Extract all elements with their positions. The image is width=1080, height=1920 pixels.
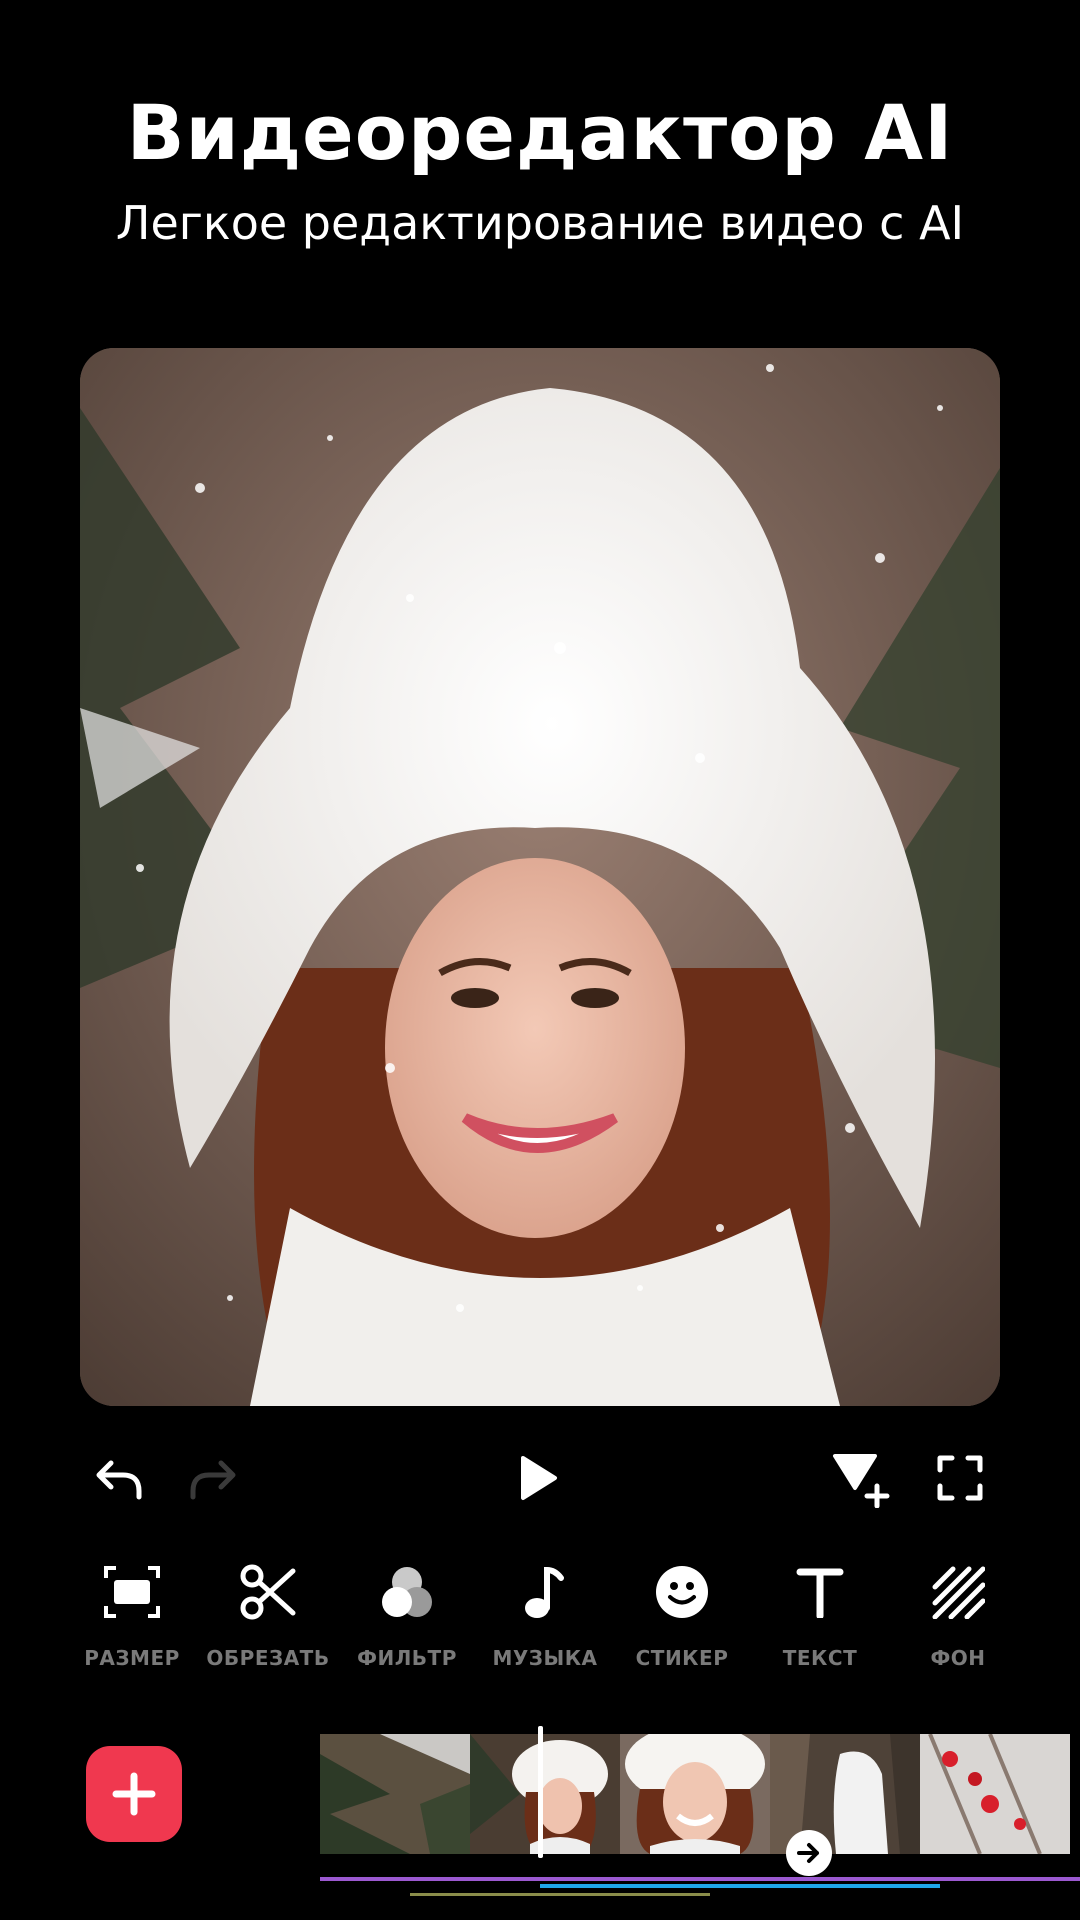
background-icon: [926, 1560, 990, 1624]
redo-icon: [190, 1460, 236, 1500]
tool-text[interactable]: ТЕКСТ: [750, 1560, 890, 1670]
tool-background[interactable]: ФОН: [888, 1560, 1028, 1670]
tool-label: ФИЛЬТР: [357, 1646, 457, 1670]
timeline-frame: [620, 1734, 770, 1854]
timeline-frame: [920, 1734, 1070, 1854]
tool-label: СТИКЕР: [635, 1646, 729, 1670]
overlay-track-bar[interactable]: [540, 1884, 940, 1888]
redo-button[interactable]: [184, 1454, 240, 1504]
scissors-icon: [236, 1560, 300, 1624]
audio-track-bar[interactable]: [320, 1877, 1080, 1881]
tool-trim[interactable]: ОБРЕЗАТЬ: [198, 1560, 338, 1670]
tool-resize[interactable]: РАЗМЕР: [62, 1560, 202, 1670]
undo-icon: [96, 1460, 142, 1500]
timeline-frame: [320, 1734, 470, 1854]
play-button[interactable]: [512, 1450, 564, 1506]
plus-icon: [112, 1772, 156, 1816]
preview-image: [80, 348, 1000, 1406]
resize-icon: [100, 1560, 164, 1624]
undo-button[interactable]: [92, 1454, 148, 1504]
fullscreen-icon: [937, 1455, 983, 1501]
add-keyframe-button[interactable]: [830, 1450, 892, 1508]
app-subtitle: Легкое редактирование видео с AI: [115, 196, 965, 250]
add-clip-button[interactable]: [86, 1746, 182, 1842]
music-note-icon: [513, 1560, 577, 1624]
keyframe-add-icon: [833, 1454, 890, 1508]
tool-music[interactable]: МУЗЫКА: [475, 1560, 615, 1670]
tool-sticker[interactable]: СТИКЕР: [612, 1560, 752, 1670]
tool-label: ФОН: [930, 1646, 986, 1670]
timeline-playhead[interactable]: [538, 1726, 543, 1858]
effect-track-bar[interactable]: [410, 1893, 710, 1896]
tool-label: РАЗМЕР: [84, 1646, 180, 1670]
fullscreen-button[interactable]: [934, 1452, 986, 1504]
tool-label: МУЗЫКА: [492, 1646, 598, 1670]
play-icon: [521, 1456, 557, 1500]
app-title: Видеоредактор AI: [126, 88, 954, 177]
arrow-right-icon: [797, 1843, 819, 1863]
tool-label: ТЕКСТ: [782, 1646, 858, 1670]
tool-filter[interactable]: ФИЛЬТР: [337, 1560, 477, 1670]
video-preview[interactable]: [80, 348, 1000, 1406]
text-icon: [788, 1560, 852, 1624]
timeline-frame: [470, 1734, 620, 1854]
tool-label: ОБРЕЗАТЬ: [206, 1646, 330, 1670]
filter-icon: [375, 1560, 439, 1624]
timeline-strip[interactable]: [320, 1734, 1080, 1854]
timeline-next-button[interactable]: [786, 1830, 832, 1876]
smiley-icon: [650, 1560, 714, 1624]
